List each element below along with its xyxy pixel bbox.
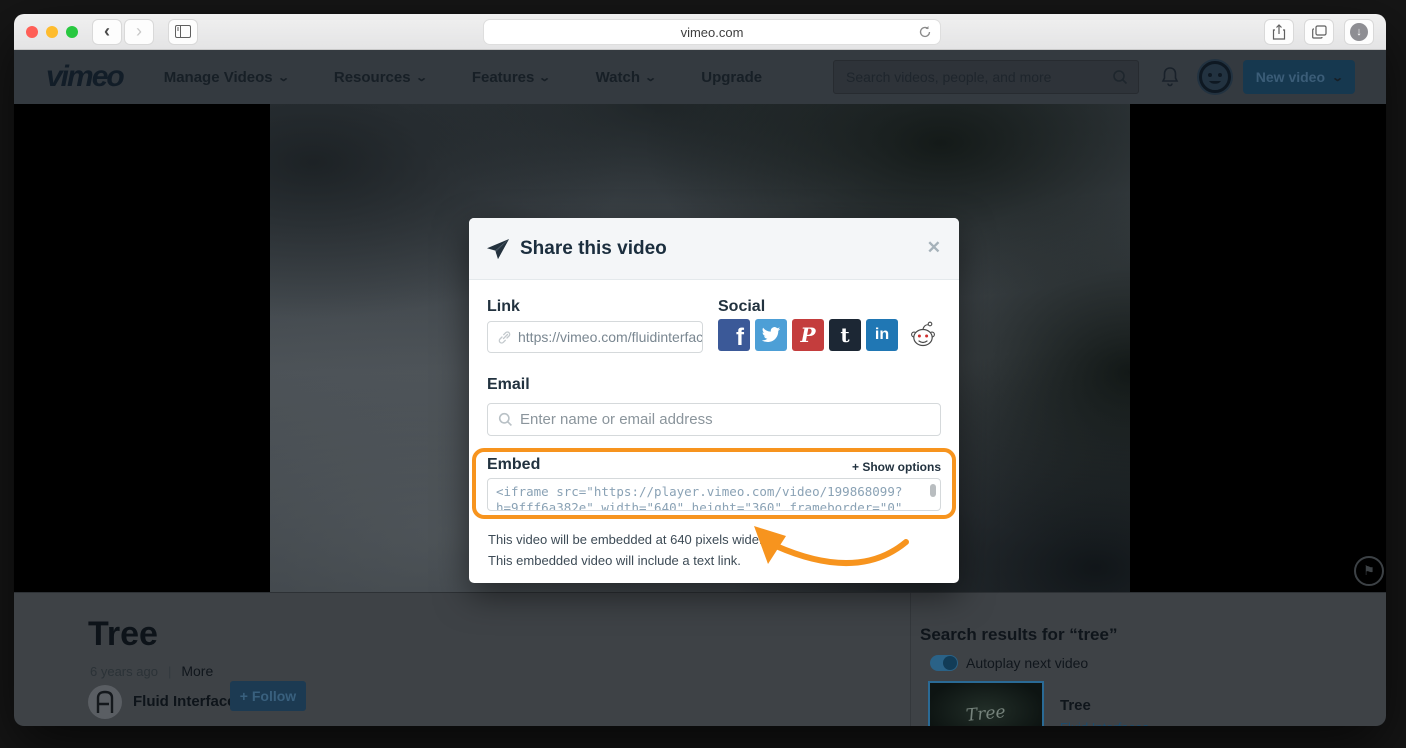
vimeo-navbar: vimeo Manage Videos ⌄ Resources ⌄ Featur… bbox=[14, 50, 1386, 104]
video-title: Tree bbox=[88, 615, 158, 654]
chevron-down-icon: ⌄ bbox=[277, 71, 290, 84]
zoom-window-button[interactable] bbox=[66, 26, 78, 38]
chevron-down-icon: ⌄ bbox=[415, 71, 428, 84]
pinterest-icon: P bbox=[800, 323, 815, 347]
menu-resources[interactable]: Resources ⌄ bbox=[311, 69, 449, 86]
search-placeholder: Search videos, people, and more bbox=[846, 69, 1112, 85]
menu-upgrade[interactable]: Upgrade bbox=[678, 69, 785, 86]
new-video-button[interactable]: New video ⌄ bbox=[1243, 60, 1355, 94]
menu-manage-videos[interactable]: Manage Videos ⌄ bbox=[141, 69, 311, 86]
social-icons-row: f P t in bbox=[718, 319, 939, 351]
modal-header: Share this video ✕ bbox=[469, 218, 959, 280]
downloads-button[interactable]: ↓ bbox=[1344, 19, 1374, 45]
flag-report-button[interactable]: ⚑ bbox=[1354, 556, 1384, 586]
autoplay-toggle[interactable] bbox=[930, 655, 958, 671]
browser-toolbar: ‹ › vimeo.com bbox=[14, 14, 1386, 50]
download-icon: ↓ bbox=[1350, 23, 1368, 41]
tabs-icon bbox=[1312, 25, 1327, 39]
twitter-share-button[interactable] bbox=[755, 319, 787, 351]
browser-window: ‹ › vimeo.com bbox=[14, 14, 1386, 726]
screenshot-stage: ‹ › vimeo.com bbox=[0, 0, 1406, 748]
result-thumbnail[interactable]: Tree bbox=[928, 681, 1044, 726]
link-value: https://vimeo.com/fluidinterface bbox=[518, 329, 703, 345]
thumbnail-title-text: Tree bbox=[965, 702, 1006, 726]
email-label: Email bbox=[487, 376, 530, 394]
pinterest-share-button[interactable]: P bbox=[792, 319, 824, 351]
linkedin-icon: in bbox=[875, 326, 889, 344]
search-icon bbox=[1112, 69, 1128, 85]
meta-divider: | bbox=[168, 664, 171, 679]
url-text: vimeo.com bbox=[681, 25, 744, 40]
facebook-icon: f bbox=[736, 324, 744, 352]
facebook-share-button[interactable]: f bbox=[718, 319, 750, 351]
vimeo-logo[interactable]: vimeo bbox=[46, 60, 123, 94]
share-page-button[interactable] bbox=[1264, 19, 1294, 45]
chevron-down-icon: ⌄ bbox=[539, 71, 552, 84]
chevron-down-icon: ⌄ bbox=[644, 71, 657, 84]
social-label: Social bbox=[718, 298, 765, 316]
annotation-highlight-rect bbox=[472, 448, 956, 519]
menu-watch[interactable]: Watch ⌄ bbox=[573, 69, 679, 86]
link-input[interactable]: https://vimeo.com/fluidinterface bbox=[487, 321, 703, 353]
autoplay-label: Autoplay next video bbox=[966, 655, 1088, 671]
close-icon[interactable]: ✕ bbox=[927, 238, 941, 258]
menu-features[interactable]: Features ⌄ bbox=[449, 69, 573, 86]
follow-button[interactable]: + Follow bbox=[230, 681, 306, 711]
result-title[interactable]: Tree bbox=[1060, 697, 1091, 714]
embed-note-width: This video will be embedded at 640 pixel… bbox=[488, 532, 763, 547]
link-chain-icon bbox=[497, 330, 512, 345]
sidebar-toggle-button[interactable] bbox=[168, 19, 198, 45]
forward-button[interactable]: › bbox=[124, 19, 154, 45]
more-link[interactable]: More bbox=[181, 663, 213, 679]
bell-icon bbox=[1160, 66, 1180, 88]
tumblr-share-button[interactable]: t bbox=[829, 319, 861, 351]
email-placeholder: Enter name or email address bbox=[520, 411, 713, 428]
tabs-overview-button[interactable] bbox=[1304, 19, 1334, 45]
reddit-snoo-icon bbox=[910, 321, 936, 349]
fluid-interfaces-logo-icon bbox=[95, 690, 115, 714]
navbar-menu: Manage Videos ⌄ Resources ⌄ Features ⌄ W… bbox=[141, 69, 785, 86]
page-content: Tree 6 years ago | More Fluid Interfaces… bbox=[14, 592, 1386, 726]
sidebar-icon bbox=[175, 25, 191, 38]
search-results-heading: Search results for “tree” bbox=[920, 625, 1117, 645]
toggle-knob bbox=[943, 656, 957, 670]
search-icon bbox=[498, 412, 513, 427]
avatar-smiley-icon bbox=[1196, 58, 1234, 96]
navbar-search-input[interactable]: Search videos, people, and more bbox=[833, 60, 1139, 94]
video-meta: 6 years ago | More bbox=[90, 663, 213, 679]
notifications-button[interactable] bbox=[1160, 66, 1180, 88]
minimize-window-button[interactable] bbox=[46, 26, 58, 38]
toolbar-right-buttons: ↓ bbox=[1264, 19, 1374, 45]
back-button[interactable]: ‹ bbox=[92, 19, 122, 45]
linkedin-share-button[interactable]: in bbox=[866, 319, 898, 351]
modal-title: Share this video bbox=[520, 238, 667, 260]
reddit-share-button[interactable] bbox=[907, 319, 939, 351]
link-label: Link bbox=[487, 298, 520, 316]
chevron-down-icon: ⌄ bbox=[1331, 71, 1344, 84]
video-age: 6 years ago bbox=[90, 664, 158, 679]
column-divider bbox=[910, 593, 911, 726]
channel-name[interactable]: Fluid Interfaces bbox=[133, 693, 244, 710]
paper-plane-icon bbox=[486, 238, 510, 260]
reload-button[interactable] bbox=[918, 25, 932, 39]
flag-icon: ⚑ bbox=[1363, 563, 1375, 579]
email-input[interactable]: Enter name or email address bbox=[487, 403, 941, 436]
twitter-bird-icon bbox=[761, 326, 781, 344]
user-avatar[interactable] bbox=[1196, 58, 1234, 96]
result-channel-link[interactable]: Fluid Interfaces bbox=[1060, 720, 1149, 726]
share-icon bbox=[1272, 24, 1286, 40]
traffic-lights bbox=[26, 26, 78, 38]
address-bar[interactable]: vimeo.com bbox=[483, 19, 941, 45]
annotation-arrow-icon bbox=[738, 520, 918, 590]
embed-note-textlink: This embedded video will include a text … bbox=[488, 553, 741, 568]
channel-avatar[interactable] bbox=[88, 685, 122, 719]
tumblr-icon: t bbox=[840, 323, 849, 347]
history-buttons: ‹ › bbox=[92, 19, 154, 45]
close-window-button[interactable] bbox=[26, 26, 38, 38]
reload-icon bbox=[918, 25, 932, 39]
